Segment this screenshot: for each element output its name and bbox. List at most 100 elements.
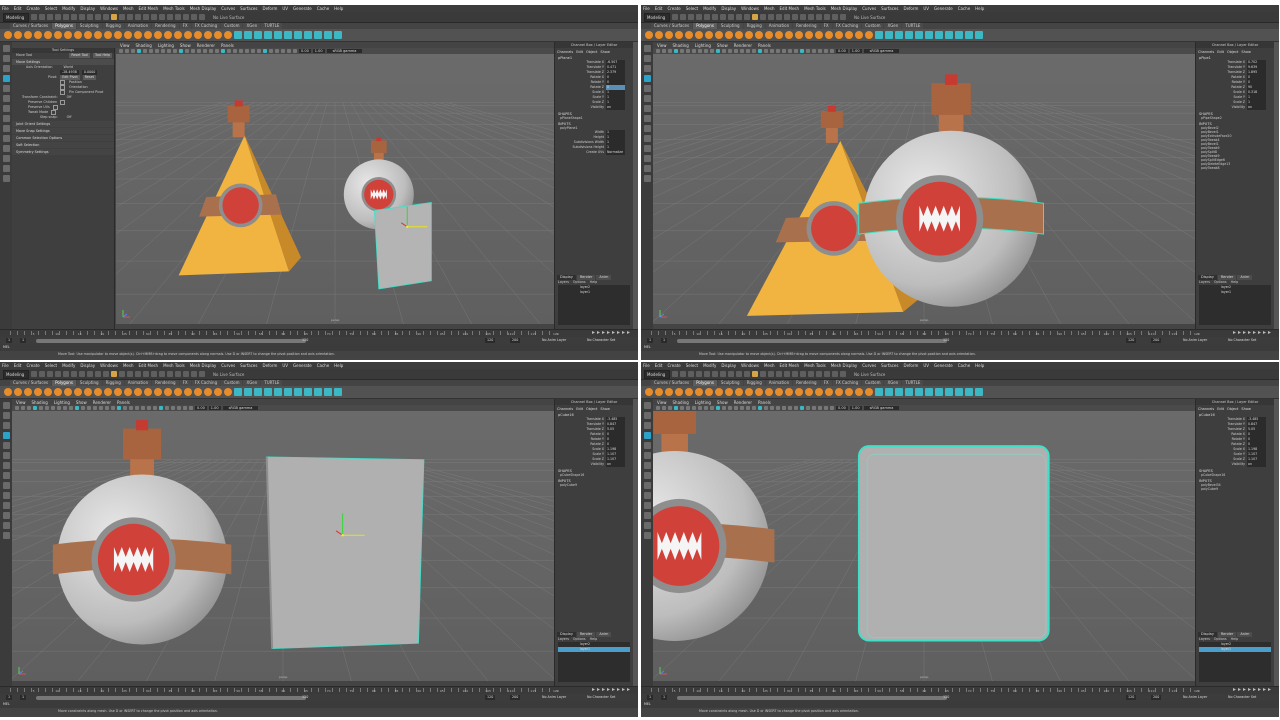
menu-mesh[interactable]: Mesh xyxy=(123,6,134,11)
playback-button[interactable] xyxy=(1258,331,1261,334)
panel-tool-icon[interactable] xyxy=(209,49,213,53)
toolbox-tool-icon[interactable] xyxy=(2,105,10,112)
shelf-tool-icon[interactable] xyxy=(875,31,883,39)
layer-menu-item[interactable]: Options xyxy=(573,637,586,641)
toolbox-tool-icon[interactable] xyxy=(643,442,651,449)
menu-modify[interactable]: Modify xyxy=(62,6,75,11)
panel-tool-icon[interactable] xyxy=(293,49,297,53)
status-tool-icon[interactable] xyxy=(143,14,149,20)
panel-menu-show[interactable]: Show xyxy=(180,43,191,48)
status-tool-icon[interactable] xyxy=(752,371,758,377)
status-tool-icon[interactable] xyxy=(119,14,125,20)
panel-tool-icon[interactable] xyxy=(686,49,690,53)
shelf-tool-icon[interactable] xyxy=(294,388,302,396)
shelf-tool-icon[interactable] xyxy=(835,31,843,39)
panel-tool-icon[interactable] xyxy=(800,49,804,53)
shelf-tool-icon[interactable] xyxy=(965,31,973,39)
range-start2-field[interactable]: 1 xyxy=(661,338,668,343)
panel-tool-icon[interactable] xyxy=(776,49,780,53)
toolbox-tool-icon[interactable] xyxy=(643,95,651,102)
panel-tool-icon[interactable] xyxy=(119,49,123,53)
playback-button[interactable] xyxy=(1233,331,1236,334)
playback-button[interactable] xyxy=(602,331,605,334)
menu-uv[interactable]: UV xyxy=(923,6,929,11)
status-tool-icon[interactable] xyxy=(167,371,173,377)
shelf-tool-icon[interactable] xyxy=(224,388,232,396)
panel-tool-icon[interactable] xyxy=(173,49,177,53)
toolbox-tool-icon[interactable] xyxy=(2,522,10,529)
shelf-tool-icon[interactable] xyxy=(885,388,893,396)
range-end-field[interactable]: 120 xyxy=(941,695,951,700)
panel-tool-icon[interactable] xyxy=(824,49,828,53)
range-end-field[interactable]: 120 xyxy=(941,338,951,343)
menu-select[interactable]: Select xyxy=(45,6,57,11)
reset-tool-button[interactable]: Reset Tool xyxy=(69,53,91,58)
shelf-tool-icon[interactable] xyxy=(845,31,853,39)
menu-file[interactable]: File xyxy=(2,363,9,368)
menu-cache[interactable]: Cache xyxy=(958,363,970,368)
status-tool-icon[interactable] xyxy=(71,371,77,377)
character-set-select[interactable]: No Character Set xyxy=(1226,695,1258,700)
status-tool-icon[interactable] xyxy=(191,371,197,377)
panel-tool-icon[interactable] xyxy=(165,406,169,410)
command-line[interactable]: MEL xyxy=(0,344,638,351)
shelf-tool-icon[interactable] xyxy=(765,388,773,396)
menu-generate[interactable]: Generate xyxy=(293,363,312,368)
range-start-field[interactable]: 1 xyxy=(6,338,13,343)
status-tool-icon[interactable] xyxy=(63,371,69,377)
panel-tool-icon[interactable] xyxy=(674,49,678,53)
panel-tool-icon[interactable] xyxy=(680,406,684,410)
range-track[interactable] xyxy=(677,338,947,343)
shelf-tool-icon[interactable] xyxy=(34,388,42,396)
shelf-tool-icon[interactable] xyxy=(735,388,743,396)
shelf-tool-icon[interactable] xyxy=(204,31,212,39)
shelf-tool-icon[interactable] xyxy=(695,388,703,396)
panel-tool-icon[interactable] xyxy=(51,406,55,410)
panel-tool-icon[interactable] xyxy=(728,49,732,53)
panel-tool-icon[interactable] xyxy=(752,49,756,53)
shelf-tool-icon[interactable] xyxy=(825,388,833,396)
panel-tool-icon[interactable] xyxy=(183,406,187,410)
toolbox-tool-icon[interactable] xyxy=(2,412,10,419)
panel-tool-icon[interactable] xyxy=(189,406,193,410)
menu-windows[interactable]: Windows xyxy=(100,363,118,368)
shelf-tool-icon[interactable] xyxy=(955,388,963,396)
time-slider[interactable]: 5 10 15 20 25 30 35 40 45 50 55 60 65 70 75 80 85 90 95 100… xyxy=(0,329,638,337)
shelf-tool-icon[interactable] xyxy=(645,31,653,39)
shelf-tool-icon[interactable] xyxy=(174,388,182,396)
menu-deform[interactable]: Deform xyxy=(903,363,918,368)
range-end2-field[interactable]: 120 xyxy=(1126,338,1137,343)
shelf-tool-icon[interactable] xyxy=(14,388,22,396)
layer-menu-item[interactable]: Help xyxy=(1231,280,1239,284)
range-start2-field[interactable]: 1 xyxy=(661,695,668,700)
status-tool-icon[interactable] xyxy=(792,14,798,20)
step-snap-select[interactable]: Off xyxy=(67,115,72,120)
layer-menu-item[interactable]: Layers xyxy=(558,280,569,284)
shelf-tool-icon[interactable] xyxy=(224,31,232,39)
toolbox-tool-icon[interactable] xyxy=(2,155,10,162)
panel-tool-icon[interactable] xyxy=(137,49,141,53)
shelf-tool-icon[interactable] xyxy=(34,31,42,39)
input-node[interactable]: polyCube9 xyxy=(1196,487,1274,491)
3d-viewport[interactable]: 0.00 1.00 sRGB gamma persp xyxy=(12,405,554,681)
playback-button[interactable] xyxy=(597,331,600,334)
shelf-tool-icon[interactable] xyxy=(645,388,653,396)
shelf-tool-icon[interactable] xyxy=(685,31,693,39)
panel-menu-shading[interactable]: Shading xyxy=(32,400,48,405)
panel-tool-icon[interactable] xyxy=(656,49,660,53)
menu-mesh-tools[interactable]: Mesh Tools xyxy=(163,363,185,368)
status-tool-icon[interactable] xyxy=(71,14,77,20)
shelf-tool-icon[interactable] xyxy=(134,388,142,396)
shelf-tool-icon[interactable] xyxy=(164,31,172,39)
channel-menu-object[interactable]: Object xyxy=(586,50,597,54)
status-tool-icon[interactable] xyxy=(672,371,678,377)
toolbox-tool-icon[interactable] xyxy=(643,85,651,92)
status-tool-icon[interactable] xyxy=(119,371,125,377)
panel-tool-icon[interactable] xyxy=(63,406,67,410)
panel-tool-icon[interactable] xyxy=(69,406,73,410)
panel-tool-icon[interactable] xyxy=(728,406,732,410)
tool-help-button[interactable]: Tool Help xyxy=(93,53,112,58)
status-tool-icon[interactable] xyxy=(744,371,750,377)
status-tool-icon[interactable] xyxy=(736,14,742,20)
shelf-tool-icon[interactable] xyxy=(895,31,903,39)
